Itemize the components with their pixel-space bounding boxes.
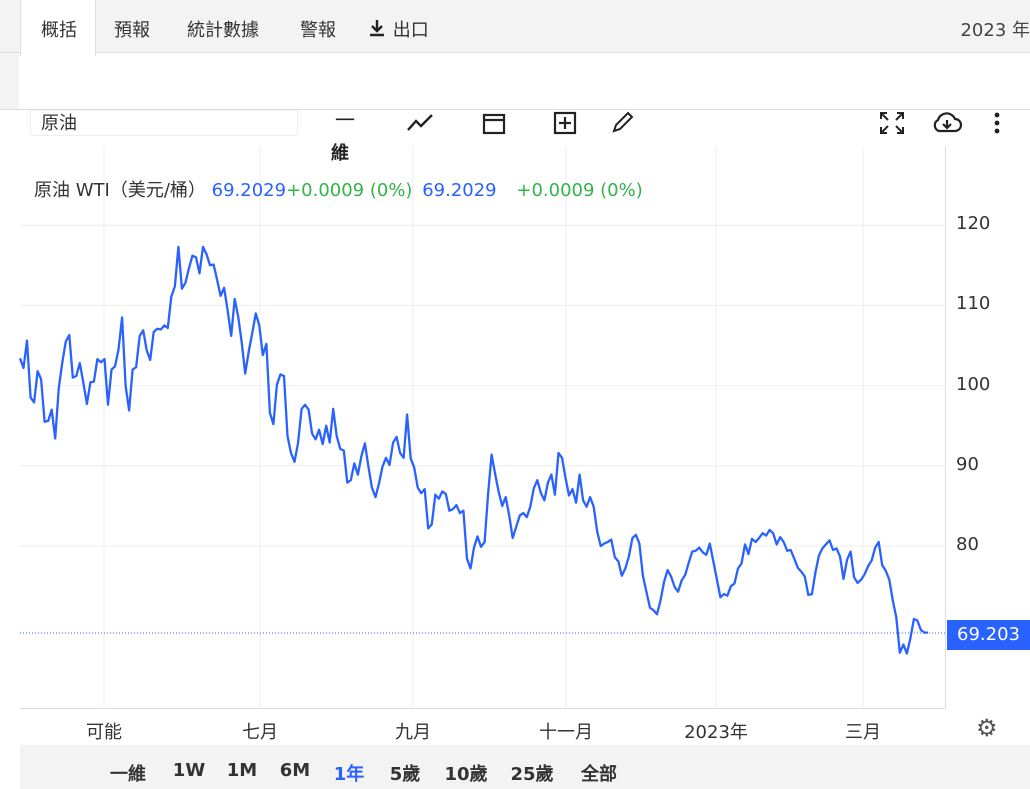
range-button-8[interactable]: 全部 — [581, 760, 617, 786]
series-name: 原油 WTI（美元/桶） — [34, 180, 206, 201]
legend-value-2: 69.2029 — [422, 180, 497, 201]
legend-change: +0.0009 (0%) — [286, 180, 413, 201]
legend-change-2: +0.0009 (0%) — [516, 180, 643, 201]
fullscreen-icon[interactable] — [877, 110, 907, 136]
range-button-2[interactable]: 1M — [227, 760, 257, 781]
y-tick-label: 120 — [956, 213, 991, 235]
range-button-1[interactable]: 1W — [173, 760, 205, 781]
last-price-label: 69.203 — [947, 620, 1030, 650]
price-line-series — [18, 245, 928, 655]
settings-gear-icon[interactable]: ⚙ — [976, 714, 998, 742]
range-button-3[interactable]: 6M — [280, 760, 310, 781]
cloud-download-icon[interactable] — [930, 110, 964, 136]
y-tick-label: 110 — [956, 293, 991, 315]
x-axis — [20, 708, 945, 745]
grid-lines — [20, 146, 945, 708]
draw-pencil-icon[interactable] — [608, 110, 638, 136]
x-tick-label: 三月 — [845, 722, 881, 743]
y-tick-label: 100 — [956, 373, 991, 395]
y-tick-label: 90 — [956, 453, 979, 475]
add-indicator-icon[interactable] — [550, 110, 580, 136]
range-button-0[interactable]: 一維 — [110, 760, 146, 786]
symbol-search-input[interactable]: 原油 — [30, 110, 298, 136]
line-style-icon[interactable] — [405, 110, 435, 136]
range-button-5[interactable]: 5歲 — [390, 760, 421, 786]
range-button-7[interactable]: 25歲 — [510, 760, 553, 786]
range-button-4[interactable]: 1年 — [334, 760, 365, 786]
y-tick-label: 80 — [956, 534, 979, 555]
x-tick-label: 七月 — [242, 722, 278, 743]
more-menu-icon[interactable] — [982, 110, 1012, 136]
x-tick-label: 2023年 — [684, 722, 748, 743]
x-tick-label: 九月 — [395, 722, 431, 743]
interval-sub-label: 維 — [331, 143, 349, 164]
x-tick-label: 可能 — [86, 722, 122, 743]
range-button-6[interactable]: 10歲 — [444, 760, 487, 786]
legend-value: 69.2029 — [211, 180, 287, 201]
chart-legend: 原油 WTI（美元/桶） 69.2029+0.0009 (0%) 69.2029… — [34, 176, 643, 202]
interval-selector[interactable]: 一 — [330, 108, 360, 132]
calendar-icon[interactable] — [479, 110, 509, 136]
x-tick-label: 十一月 — [539, 722, 593, 743]
